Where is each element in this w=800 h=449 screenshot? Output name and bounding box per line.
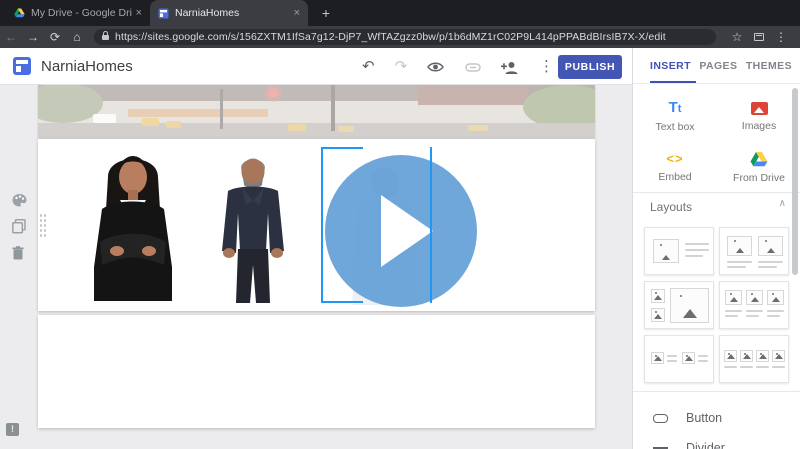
section-style-palette-icon[interactable] xyxy=(12,193,27,208)
businessman-photo[interactable] xyxy=(196,153,310,303)
address-bar[interactable]: https://sites.google.com/s/156ZXTM1IfSa7… xyxy=(94,29,716,45)
businesswoman-photo[interactable] xyxy=(78,147,188,301)
google-sites-favicon xyxy=(158,8,169,19)
back-icon[interactable]: ← xyxy=(0,30,22,44)
google-drive-favicon xyxy=(14,8,25,18)
feedback-icon[interactable]: ! xyxy=(6,423,19,436)
more-menu-icon[interactable]: ⋮ xyxy=(539,56,554,78)
divider-line xyxy=(633,192,800,193)
google-drive-icon xyxy=(750,151,768,167)
video-play-button[interactable] xyxy=(325,155,477,307)
publish-button[interactable]: PUBLISH xyxy=(558,55,622,79)
layout-three-images-text-below[interactable] xyxy=(719,281,789,329)
insert-text-box[interactable]: Tt Text box xyxy=(633,92,717,142)
insert-images[interactable]: Images xyxy=(717,92,800,142)
editor-canvas: ! xyxy=(0,85,632,449)
reload-icon[interactable]: ⟳ xyxy=(44,30,66,44)
insert-embed[interactable]: <> Embed xyxy=(633,142,717,192)
copy-link-icon xyxy=(465,63,481,72)
divider-line xyxy=(633,391,800,392)
preview-eye-icon[interactable] xyxy=(427,61,444,73)
collapse-icon[interactable]: ∧ xyxy=(779,198,786,209)
tab-title: My Drive - Google Drive xyxy=(31,7,132,19)
layout-thumbnails-left-large-right[interactable] xyxy=(644,281,714,329)
home-icon[interactable]: ⌂ xyxy=(66,30,88,44)
section-drag-handle[interactable] xyxy=(39,213,48,237)
layout-two-image-text-pairs[interactable] xyxy=(644,335,714,383)
bookmark-star-icon[interactable]: ☆ xyxy=(726,30,748,44)
tab-insert[interactable]: INSERT xyxy=(650,60,691,72)
browser-window: My Drive - Google Drive × NarniaHomes × … xyxy=(0,0,800,449)
insert-sidebar: INSERT PAGES THEMES Tt Text box Images <… xyxy=(632,48,800,449)
new-tab-button[interactable]: + xyxy=(316,3,336,23)
layout-image-left-text-right[interactable] xyxy=(644,227,714,275)
tab-title: NarniaHomes xyxy=(175,7,290,19)
delete-section-icon[interactable] xyxy=(12,246,27,261)
redo-icon: ↷ xyxy=(395,56,408,78)
sidebar-scrollbar[interactable] xyxy=(792,88,798,275)
street-scene-image xyxy=(38,85,595,138)
sidebar-tabs: INSERT PAGES THEMES xyxy=(633,48,800,84)
insert-button-item[interactable]: Button xyxy=(633,404,800,432)
layouts-section-label: Layouts xyxy=(650,200,692,214)
tab-bar: My Drive - Google Drive × NarniaHomes × … xyxy=(0,0,800,26)
browser-menu-icon[interactable]: ⋮ xyxy=(770,30,792,44)
active-tab-underline xyxy=(650,81,696,83)
browser-extension-icon[interactable] xyxy=(754,33,764,41)
tab-narniahomes[interactable]: NarniaHomes × xyxy=(150,0,308,26)
close-icon[interactable]: × xyxy=(136,7,142,19)
browser-navbar: ← → ⟳ ⌂ https://sites.google.com/s/156ZX… xyxy=(0,26,800,48)
layout-two-images-text-below[interactable] xyxy=(719,227,789,275)
empty-section[interactable] xyxy=(38,315,595,428)
tab-themes[interactable]: THEMES xyxy=(746,60,792,72)
google-sites-logo[interactable] xyxy=(13,57,31,75)
selection-bottom-edge xyxy=(321,301,363,303)
add-editors-icon[interactable] xyxy=(501,61,519,74)
layout-four-images-row[interactable] xyxy=(719,335,789,383)
padlock-icon xyxy=(102,35,109,40)
navbar-actions: ☆ ⋮ xyxy=(726,30,800,44)
insert-from-drive[interactable]: From Drive xyxy=(717,142,800,192)
forward-icon[interactable]: → xyxy=(22,30,44,44)
close-icon[interactable]: × xyxy=(294,7,300,19)
editor-actions: ↶ ↷ xyxy=(362,56,554,78)
insert-divider-item[interactable]: Divider xyxy=(633,434,800,449)
selection-left-edge xyxy=(321,147,323,303)
tab-my-drive[interactable]: My Drive - Google Drive × xyxy=(6,0,150,26)
selection-top-edge xyxy=(321,147,363,149)
url-text[interactable]: https://sites.google.com/s/156ZXTM1IfSa7… xyxy=(115,31,666,43)
duplicate-section-icon[interactable] xyxy=(12,219,27,234)
site-title[interactable]: NarniaHomes xyxy=(41,58,133,75)
tab-pages[interactable]: PAGES xyxy=(699,60,737,72)
selection-right-edge[interactable] xyxy=(430,147,432,303)
text-box-icon: Tt xyxy=(669,101,682,116)
undo-icon[interactable]: ↶ xyxy=(362,56,375,78)
images-icon xyxy=(751,102,768,115)
button-icon xyxy=(653,414,668,423)
insert-items-grid: Tt Text box Images <> Embed From Drive xyxy=(633,92,800,192)
embed-code-icon: <> xyxy=(666,152,683,166)
header-image-section[interactable] xyxy=(38,85,595,138)
